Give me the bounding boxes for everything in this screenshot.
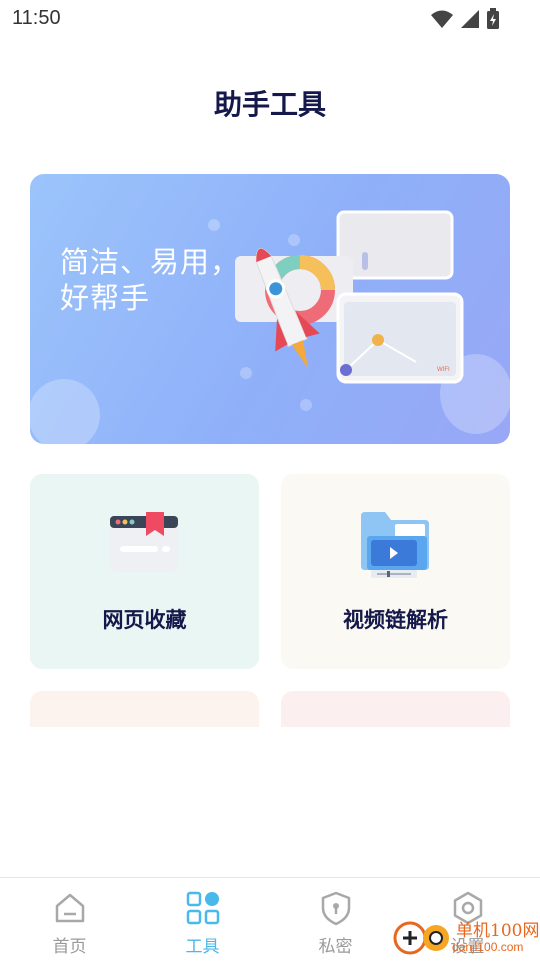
tab-label: 工具 (185, 937, 220, 957)
tool-card-bookmarks[interactable]: 网页收藏 (30, 474, 259, 669)
status-icons (430, 8, 500, 30)
status-bar: 11:50 (0, 0, 540, 36)
tab-label: 首页 (52, 937, 87, 957)
battery-icon (487, 8, 499, 29)
tab-tools[interactable]: 工具 (135, 878, 270, 961)
watermark-logo-icon (393, 921, 449, 955)
tool-label: 视频链解析 (343, 608, 448, 632)
tool-card-partial[interactable] (30, 691, 259, 727)
decor-bubble (208, 219, 220, 231)
status-time: 11:50 (12, 7, 61, 29)
tool-card-partial[interactable] (281, 691, 510, 727)
rocket-dashboard-illustration: WIFI (235, 210, 464, 384)
tab-home[interactable]: 首页 (2, 878, 137, 961)
card-badge: WIFI (437, 367, 450, 373)
tab-private[interactable]: 私密 (268, 878, 403, 961)
bookmark-browser-icon (110, 512, 178, 572)
cellular-signal-icon (461, 10, 479, 28)
video-folder-icon (361, 512, 429, 578)
banner-slogan: 简洁、易用， 好帮手 (60, 245, 241, 315)
watermark-brand: 单机100网 (456, 921, 540, 941)
tab-label: 私密 (318, 937, 353, 957)
grid-tools-icon (186, 891, 220, 925)
promo-banner[interactable]: 简洁、易用， 好帮手 WIFI (30, 174, 510, 444)
watermark: 单机100网 danji100.com (392, 918, 539, 958)
decor-bubble (30, 379, 100, 444)
wifi-icon (431, 10, 453, 28)
home-icon (55, 893, 85, 923)
page-title: 助手工具 (213, 88, 326, 121)
shield-lock-icon (321, 891, 351, 926)
tool-card-video-parse[interactable]: 视频链解析 (281, 474, 510, 669)
tool-label: 网页收藏 (102, 608, 187, 632)
watermark-url: danji100.com (452, 940, 524, 954)
